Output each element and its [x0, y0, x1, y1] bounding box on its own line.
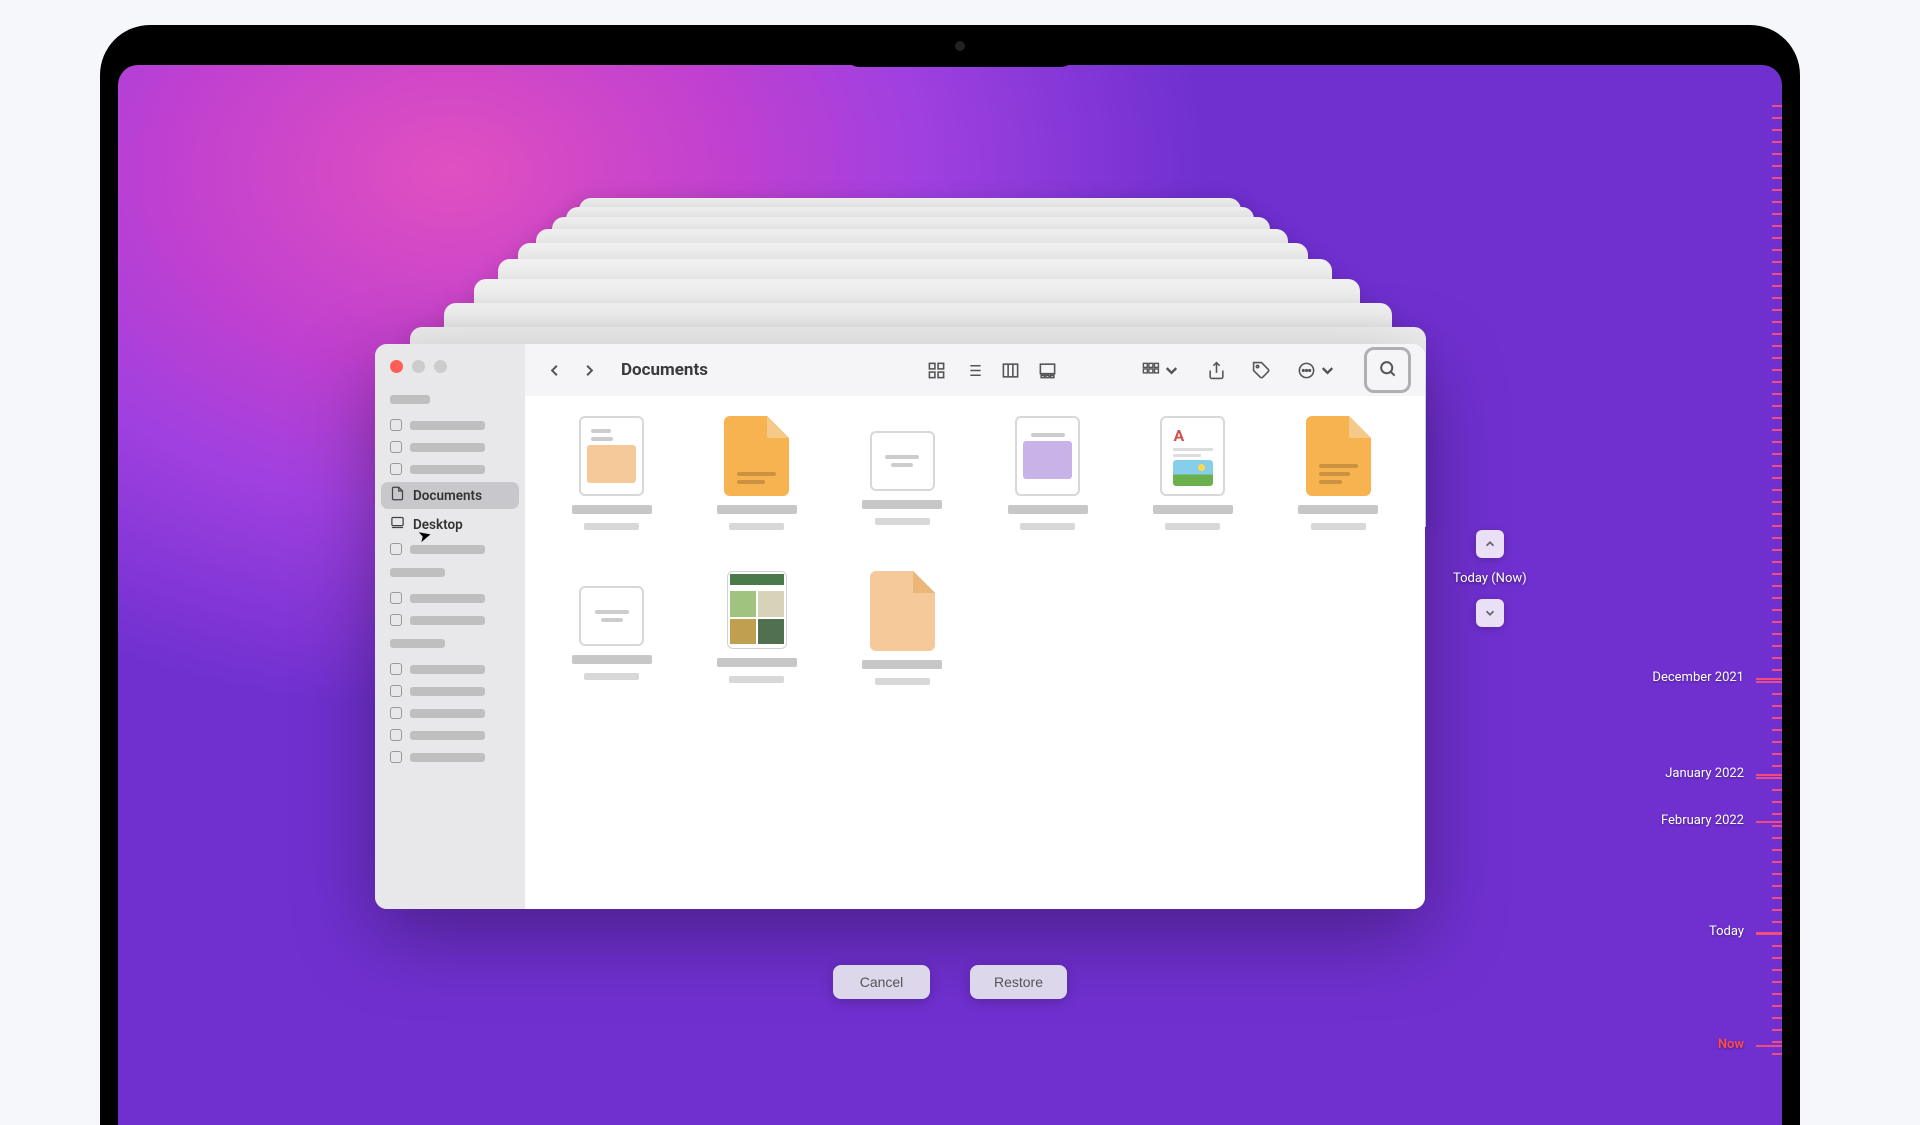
timeline-mark-label: December 2021: [1652, 670, 1744, 685]
sidebar-item-placeholder[interactable]: [375, 724, 525, 746]
timeline-down-button[interactable]: [1476, 599, 1504, 627]
sidebar-section-header: [390, 568, 445, 577]
file-item[interactable]: [844, 571, 961, 726]
forward-button[interactable]: [574, 355, 605, 386]
file-meta-placeholder: [729, 676, 784, 683]
file-name-placeholder: [1008, 505, 1088, 514]
sidebar-item-placeholder[interactable]: [375, 746, 525, 768]
file-name-placeholder: [862, 500, 942, 509]
document-icon: [579, 416, 644, 496]
zoom-button[interactable]: [434, 360, 447, 373]
timeline-now-label: Now: [1718, 1037, 1744, 1052]
traffic-lights: [375, 356, 525, 387]
file-name-placeholder: [862, 660, 942, 669]
desktop-screen: Documents Desktop: [118, 65, 1782, 1125]
group-by-button[interactable]: [1132, 355, 1190, 386]
gallery-view-button[interactable]: [1029, 355, 1066, 386]
window-title: Documents: [621, 360, 708, 380]
document-icon: [870, 571, 935, 651]
icon-view-button[interactable]: [918, 355, 955, 386]
sidebar-item-placeholder[interactable]: [375, 538, 525, 560]
finder-sidebar: Documents Desktop: [375, 344, 525, 909]
file-item[interactable]: [989, 416, 1106, 571]
file-name-placeholder: [1153, 505, 1233, 514]
close-button[interactable]: [390, 360, 403, 373]
document-icon: [390, 486, 405, 505]
timeline-navigation: Today (Now): [1453, 530, 1527, 627]
cancel-button[interactable]: Cancel: [833, 965, 930, 999]
file-name-placeholder: [572, 505, 652, 514]
search-button[interactable]: [1372, 355, 1403, 385]
file-meta-placeholder: [584, 523, 639, 530]
tags-button[interactable]: [1243, 355, 1280, 386]
file-meta-placeholder: [1165, 523, 1220, 530]
sidebar-item-placeholder[interactable]: [375, 458, 525, 480]
file-name-placeholder: [1298, 505, 1378, 514]
minimize-button[interactable]: [412, 360, 425, 373]
timeline-current-label: Today (Now): [1453, 571, 1527, 586]
timeline-ruler[interactable]: December 2021 January 2022 February 2022…: [1582, 85, 1782, 1125]
action-bar: Cancel Restore: [833, 965, 1067, 999]
column-view-button[interactable]: [992, 355, 1029, 386]
sidebar-item-placeholder[interactable]: [375, 702, 525, 724]
sidebar-item-placeholder[interactable]: [375, 680, 525, 702]
sidebar-item-placeholder[interactable]: [375, 414, 525, 436]
file-item[interactable]: [844, 416, 961, 571]
file-meta-placeholder: [1311, 523, 1366, 530]
desktop-icon: [390, 515, 405, 534]
sidebar-item-label: Documents: [413, 488, 482, 504]
document-icon: [727, 571, 787, 649]
sidebar-item-placeholder[interactable]: [375, 587, 525, 609]
action-menu-button[interactable]: [1288, 355, 1346, 386]
document-icon: A: [1160, 416, 1225, 496]
timeline-mark-label: January 2022: [1665, 766, 1744, 781]
sidebar-item-placeholder[interactable]: [375, 658, 525, 680]
laptop-bezel: Documents Desktop: [100, 25, 1800, 1125]
file-item[interactable]: [553, 416, 670, 571]
document-icon: [870, 431, 935, 491]
sidebar-item-placeholder[interactable]: [375, 609, 525, 631]
file-name-placeholder: [717, 658, 797, 667]
file-name-placeholder: [572, 655, 652, 664]
restore-button[interactable]: Restore: [970, 965, 1067, 999]
timeline-mark-label: February 2022: [1661, 813, 1744, 828]
file-grid: A: [525, 396, 1425, 909]
document-icon: [1306, 416, 1371, 496]
sidebar-section-header: [390, 395, 430, 404]
document-icon: [724, 416, 789, 496]
list-view-button[interactable]: [955, 355, 992, 386]
finder-main: Documents: [525, 344, 1425, 909]
finder-toolbar: Documents: [525, 344, 1425, 396]
file-item[interactable]: A: [1134, 416, 1251, 571]
document-icon: [579, 586, 644, 646]
sidebar-section-header: [390, 639, 445, 648]
view-switcher: [918, 355, 1066, 386]
document-icon: [1015, 416, 1080, 496]
share-button[interactable]: [1198, 355, 1235, 386]
back-button[interactable]: [539, 355, 570, 386]
sidebar-item-desktop[interactable]: Desktop: [375, 511, 525, 538]
file-meta-placeholder: [875, 678, 930, 685]
timeline-mark-label: Today: [1709, 924, 1744, 939]
file-meta-placeholder: [875, 518, 930, 525]
sidebar-item-documents[interactable]: Documents: [381, 482, 519, 509]
file-item[interactable]: [553, 571, 670, 726]
file-item[interactable]: [698, 416, 815, 571]
file-item[interactable]: [698, 571, 815, 726]
finder-window: Documents Desktop: [375, 344, 1425, 909]
laptop-notch: [845, 25, 1075, 67]
search-field-wrap: [1364, 347, 1411, 393]
sidebar-item-placeholder[interactable]: [375, 436, 525, 458]
file-name-placeholder: [717, 505, 797, 514]
file-meta-placeholder: [584, 673, 639, 680]
file-item[interactable]: [1280, 416, 1397, 571]
file-meta-placeholder: [729, 523, 784, 530]
timeline-up-button[interactable]: [1476, 530, 1504, 558]
file-meta-placeholder: [1020, 523, 1075, 530]
